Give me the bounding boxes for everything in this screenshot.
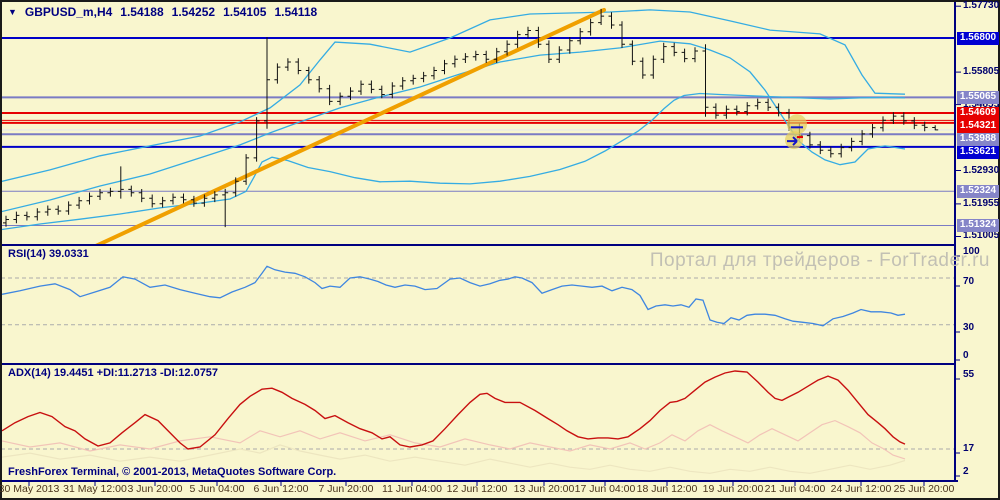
symbol-dropdown-icon[interactable]: ▼ — [8, 7, 17, 17]
panel-separators — [0, 0, 961, 486]
adx-line — [1, 370, 906, 450]
rsi-line — [1, 265, 906, 327]
rsi-indicator-label: RSI(14) 39.0331 — [8, 248, 89, 260]
trading-terminal-window: ▼ GBPUSD_m,H4 1.54188 1.54252 1.54105 1.… — [0, 0, 1000, 500]
bollinger-bands — [1, 9, 906, 231]
main-chart-panel[interactable] — [0, 7, 955, 251]
minus-di-line — [1, 419, 906, 460]
trade-markers[interactable] — [785, 114, 807, 150]
ohlc-close: 1.54118 — [274, 5, 318, 19]
ohlc-high: 1.54252 — [171, 5, 216, 19]
adx-panel[interactable] — [1, 370, 955, 474]
symbol-timeframe-label: GBPUSD_m,H4 — [24, 5, 113, 19]
chart-header: ▼ GBPUSD_m,H4 1.54188 1.54252 1.54105 1.… — [8, 5, 317, 19]
ohlc-low: 1.54105 — [223, 5, 267, 19]
adx-indicator-label: ADX(14) 19.4451 +DI:11.2713 -DI:12.0757 — [8, 367, 219, 379]
bollinger-middle-line — [1, 40, 906, 213]
horizontal-level-lines[interactable] — [1, 37, 955, 226]
copyright-text: FreshForex Terminal, © 2001-2013, MetaQu… — [8, 466, 337, 478]
ohlc-open: 1.54188 — [120, 5, 164, 19]
rsi-panel[interactable] — [1, 265, 955, 327]
marker-highlight — [787, 114, 807, 135]
watermark: Портал для трейдеров - ForTrader.ru — [649, 250, 990, 271]
